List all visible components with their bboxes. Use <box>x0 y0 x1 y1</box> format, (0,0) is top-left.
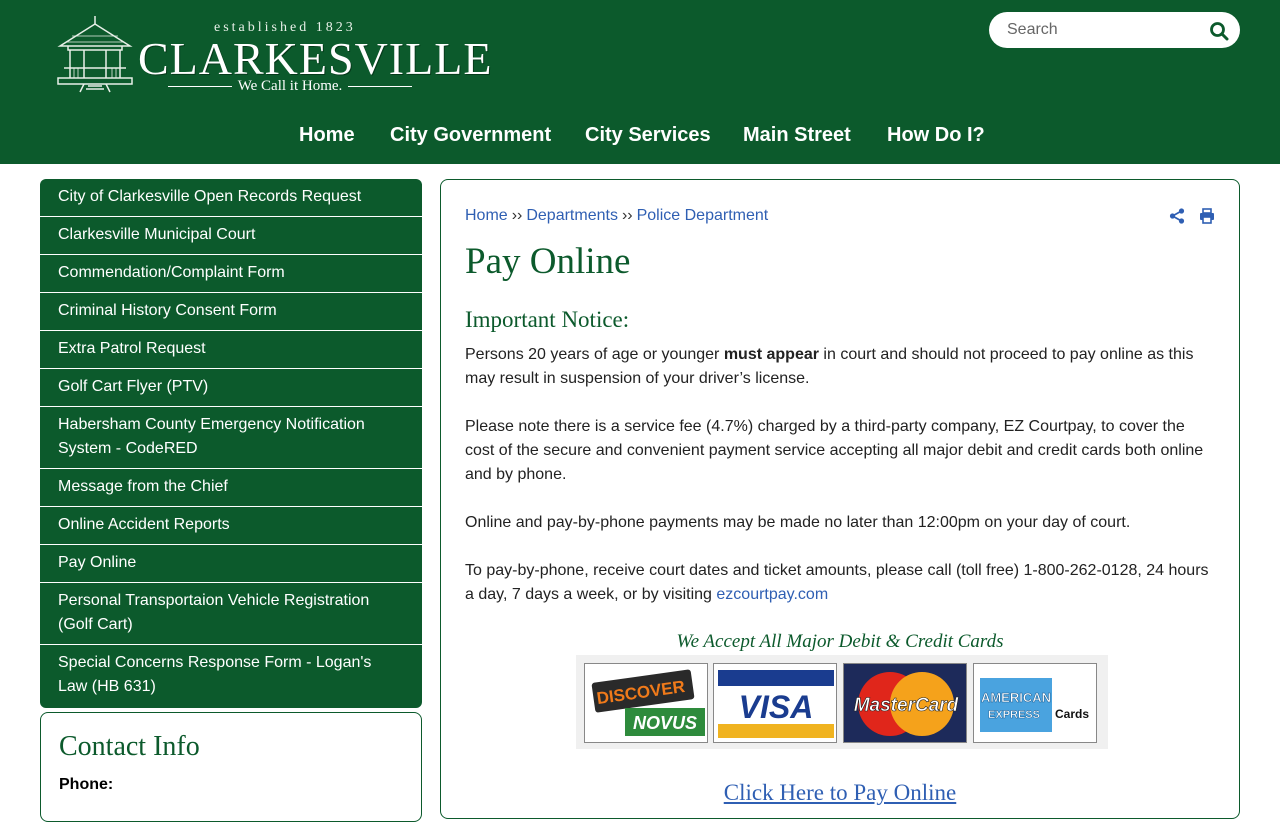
page-title: Pay Online <box>465 241 631 282</box>
nav-home[interactable]: Home <box>299 124 355 147</box>
must-appear-emphasis: must appear <box>723 346 819 363</box>
visa-label: VISA <box>739 689 814 725</box>
discover-card-art: DISCOVER NOVUS <box>585 664 707 742</box>
breadcrumb-separator: ›› <box>621 207 633 224</box>
pay-online-link[interactable]: Click Here to Pay Online <box>441 780 1239 806</box>
sidebar-item-accident-reports[interactable]: Online Accident Reports <box>40 507 422 545</box>
search-icon[interactable] <box>1209 21 1229 41</box>
nav-city-government[interactable]: City Government <box>390 124 551 147</box>
discover-novus-card: DISCOVER NOVUS <box>584 663 708 743</box>
important-notice-heading: Important Notice: <box>465 307 630 332</box>
sidebar-item-codered[interactable]: Habersham County Emergency Notification … <box>40 407 422 469</box>
amex-american-label: AMERICAN <box>981 690 1051 705</box>
tagline-rule-left <box>167 86 232 88</box>
phone-instructions-text: To pay-by-phone, receive court dates and… <box>465 562 1209 603</box>
contact-info-box: Contact Info Phone: <box>40 712 422 822</box>
mastercard-card: MasterCard <box>843 663 967 743</box>
cards-accepted-heading: We Accept All Major Debit & Credit Cards <box>676 631 1004 652</box>
amex-card-art: AMERICAN EXPRESS Cards <box>974 664 1096 742</box>
age-notice-text: Persons 20 years of age or younger <box>465 346 724 363</box>
sidebar-item-ptv-registration[interactable]: Personal Transportaion Vehicle Registrat… <box>40 583 422 645</box>
mastercard-label: MasterCard <box>854 695 959 716</box>
sidebar-item-golf-cart-flyer[interactable]: Golf Cart Flyer (PTV) <box>40 369 422 407</box>
visa-card: VISA <box>713 663 837 743</box>
site-logo[interactable]: established 1823 CLARKESVILLE We Call it… <box>54 12 491 98</box>
novus-label: NOVUS <box>633 713 697 733</box>
logo-tagline: We Call it Home. <box>150 78 430 95</box>
contact-title: Contact Info <box>59 731 200 762</box>
sidebar-item-pay-online[interactable]: Pay Online <box>40 545 422 583</box>
nav-city-services[interactable]: City Services <box>585 124 711 147</box>
main-content: Home ›› Departments ›› Police Department Pay… <box>440 179 1240 819</box>
share-icon[interactable] <box>1169 208 1185 224</box>
tagline-rule-right <box>348 86 413 88</box>
breadcrumb-departments[interactable]: Departments <box>526 207 618 224</box>
sidebar-item-criminal-history[interactable]: Criminal History Consent Form <box>40 293 422 331</box>
print-icon[interactable] <box>1199 208 1215 224</box>
site-header: established 1823 CLARKESVILLE We Call it… <box>0 0 1280 164</box>
main-nav: Home City Government City Services Main … <box>0 124 1280 150</box>
breadcrumb: Home ›› Departments ›› Police Department <box>465 207 768 225</box>
notice-paragraph-deadline: Online and pay-by-phone payments may be … <box>465 514 1131 531</box>
amex-card: AMERICAN EXPRESS Cards <box>973 663 1097 743</box>
breadcrumb-home[interactable]: Home <box>465 207 508 224</box>
amex-express-label: EXPRESS <box>988 709 1040 721</box>
nav-how-do-i[interactable]: How Do I? <box>887 124 985 147</box>
search-box <box>989 12 1240 48</box>
sidebar-item-message-chief[interactable]: Message from the Chief <box>40 469 422 507</box>
sidebar-item-extra-patrol[interactable]: Extra Patrol Request <box>40 331 422 369</box>
search-input[interactable] <box>1007 19 1197 41</box>
credit-cards-image: DISCOVER NOVUS VISA MasterCard AMERICAN … <box>576 655 1108 749</box>
visa-card-art: VISA <box>714 664 836 742</box>
logo-tagline-text: We Call it Home. <box>237 78 343 94</box>
amex-cards-label: Cards <box>1055 707 1089 721</box>
nav-main-street[interactable]: Main Street <box>743 124 851 147</box>
breadcrumb-police-department[interactable]: Police Department <box>637 207 769 224</box>
breadcrumb-separator: ›› <box>511 207 523 224</box>
gazebo-logo-icon <box>57 16 133 93</box>
sidebar-item-municipal-court[interactable]: Clarkesville Municipal Court <box>40 217 422 255</box>
phone-label: Phone: <box>59 776 114 793</box>
mastercard-card-art: MasterCard <box>844 664 966 742</box>
notice-paragraph-fee: Please note there is a service fee (4.7%… <box>465 418 1204 483</box>
sidebar-item-open-records[interactable]: City of Clarkesville Open Records Reques… <box>40 179 422 217</box>
sidebar-item-special-concerns[interactable]: Special Concerns Response Form - Logan's… <box>40 645 422 708</box>
ezcourtpay-link[interactable]: ezcourtpay.com <box>716 586 828 603</box>
notice-paragraph-age: Persons 20 years of age or younger must … <box>465 343 1215 391</box>
notice-paragraph-phone: To pay-by-phone, receive court dates and… <box>465 559 1215 607</box>
sidebar-item-commendation-complaint[interactable]: Commendation/Complaint Form <box>40 255 422 293</box>
sidebar-menu: City of Clarkesville Open Records Reques… <box>40 179 422 708</box>
